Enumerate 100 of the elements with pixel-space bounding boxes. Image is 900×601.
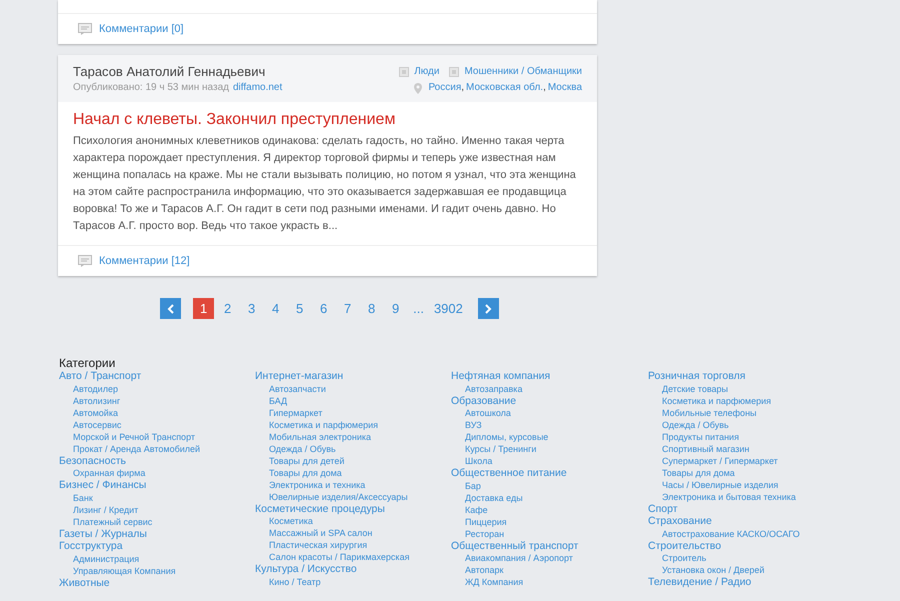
location-link[interactable]: Россия [428,81,462,95]
subcategory-link[interactable]: Ресторан [465,528,504,540]
category-link[interactable]: Страхование [648,515,712,528]
post-title[interactable]: Начал с клеветы. Закончил преступлением [73,110,582,130]
subcategory-link[interactable]: Курсы / Тренинги [465,443,536,455]
category-link[interactable]: Госструктура [59,540,123,552]
subcategory-link[interactable]: Одежда / Обувь [269,442,336,454]
comment-icon [78,255,92,267]
source-link[interactable]: diffamo.net [232,81,282,95]
subcategory-link[interactable]: Косметика и парфюмерия [662,394,771,406]
category-link[interactable]: Общественный транспорт [451,540,578,552]
category-link[interactable]: Телевидение / Радио [648,576,752,588]
subcategory-link[interactable]: Установка окон / Дверей [662,564,764,576]
subcategory-link[interactable]: Товары для дома [662,466,735,478]
subcategory-link[interactable]: Охранная фирма [73,467,146,479]
chevron-icon [166,304,175,314]
subcategory-link[interactable]: Школа [465,455,492,467]
pagination-ellipsis: ... [412,300,425,318]
tag-link[interactable]: Люди [414,64,440,80]
category-link[interactable]: Розничная торговля [648,370,746,382]
subcategory-link[interactable]: Пластическая хирургия [269,539,368,551]
subcategory-link[interactable]: Супермаркет / Гипермаркет [662,454,778,466]
page-button[interactable]: 3902 [430,298,466,319]
category-link[interactable]: Газеты / Журналы [59,528,147,540]
page-button[interactable]: 7 [337,298,358,319]
subcategory-link[interactable]: Электроника и техника [269,478,366,490]
subcategory-link[interactable]: Строитель [662,552,706,564]
category-link[interactable]: Культура / Искусство [255,563,357,576]
category-link[interactable]: Безопасность [59,454,126,467]
subcategory-link[interactable]: Товары для детей [269,454,344,466]
subcategory-link[interactable]: Спортивный магазин [662,442,750,454]
next-page-button[interactable] [478,298,499,319]
subcategory-link[interactable]: Автолизинг [73,394,120,406]
page-button[interactable]: 5 [289,298,310,319]
subcategory-link[interactable]: Автомойка [73,406,118,418]
subcategory-link[interactable]: Электроника и бытовая техника [662,490,796,502]
subcategory-link[interactable]: Салон красоты / Парикмахерская [269,551,410,563]
subcategory-link[interactable]: Автострахование КАСКО/ОСАГО [662,528,800,540]
page-button[interactable]: 3 [241,298,262,319]
category-link[interactable]: Косметические процедуры [255,502,385,515]
subcategory-link[interactable]: БАД [269,394,288,406]
subcategory-link[interactable]: Авиакомпания / Аэропорт [465,552,573,564]
page-button[interactable]: 6 [313,298,334,319]
page-button[interactable]: 1 [193,298,214,319]
subcategory-link[interactable]: Детские товары [662,382,728,394]
subcategory-link[interactable]: Прокат / Аренда Автомобилей [73,442,200,454]
subcategory-link[interactable]: Банк [73,492,93,504]
subcategory-link[interactable]: Автопарк [465,564,504,576]
location-link[interactable]: Московская обл. [466,81,544,95]
page-button[interactable]: 8 [361,298,382,319]
subcategory-link[interactable]: Кафе [465,504,488,516]
category-link[interactable]: Нефтяная компания [451,370,550,382]
category-link[interactable]: Животные [59,576,110,589]
subcategory-link[interactable]: Часы / Ювелирные изделия [662,478,778,490]
subcategory-link[interactable]: Управляющая Компания [73,564,176,576]
subcategory-link[interactable]: Мобильные телефоны [662,406,757,418]
page-button[interactable]: 9 [385,298,406,319]
page-button[interactable]: 4 [265,298,286,319]
subcategory-link[interactable]: Массажный и SPA салон [269,527,372,539]
subcategory-link[interactable]: Ювелирные изделия/Аксессуары [269,490,408,502]
subcategory-link[interactable]: Продукты питания [662,430,739,442]
subcategory-link[interactable]: Автошкола [465,407,511,419]
map-pin-icon [414,82,422,94]
subcategory-link[interactable]: Кино / Театр [269,576,321,588]
category-link[interactable]: Интернет-магазин [255,370,344,382]
category-link[interactable]: Строительство [648,540,722,552]
page-button[interactable]: 2 [217,298,238,319]
subcategory-link[interactable]: Косметика [269,515,313,527]
subcategory-link[interactable]: Одежда / Обувь [662,418,729,430]
comments-link[interactable]: Комментарии [12] [99,252,190,270]
author-name: Тарасов Анатолий Геннадьевич [73,64,266,80]
subcategory-link[interactable]: Автосервис [73,418,122,430]
subcategory-link[interactable]: Пиццерия [465,516,507,528]
subcategory-link[interactable]: ВУЗ [465,419,482,431]
subcategory-link[interactable]: Дипломы, курсовые [465,431,548,443]
comment-icon [78,23,92,35]
category-link[interactable]: Авто / Транспорт [59,370,142,382]
tag-link[interactable]: Мошенники / Обманщики [464,64,582,80]
subcategory-link[interactable]: Доставка еды [465,492,523,504]
category-link[interactable]: Бизнес / Финансы [59,479,146,492]
subcategory-link[interactable]: Лизинг / Кредит [73,504,138,516]
category-link[interactable]: Общественное питание [451,467,567,480]
location-separator: , [543,81,546,95]
subcategory-link[interactable]: Бар [465,480,481,492]
subcategory-link[interactable]: Товары для дома [269,466,342,478]
subcategory-link[interactable]: Автозапчасти [269,382,326,394]
subcategory-link[interactable]: Администрация [73,552,140,564]
subcategory-link[interactable]: Автозаправка [465,382,522,394]
category-link[interactable]: Спорт [648,502,678,515]
subcategory-link[interactable]: Мобильная электроника [269,430,372,442]
subcategory-link[interactable]: Косметика и парфюмерия [269,418,378,430]
comments-link[interactable]: Комментарии [0] [99,20,184,38]
subcategory-link[interactable]: Морской и Речной Транспорт [73,430,195,442]
category-link[interactable]: Образование [451,394,516,407]
subcategory-link[interactable]: Платежный сервис [73,516,152,528]
subcategory-link[interactable]: Автодилер [73,382,118,394]
previous-page-button[interactable] [160,298,182,319]
subcategory-link[interactable]: Гипермаркет [269,406,322,418]
subcategory-link[interactable]: ЖД Компания [465,576,524,588]
location-link[interactable]: Москва [548,81,582,95]
